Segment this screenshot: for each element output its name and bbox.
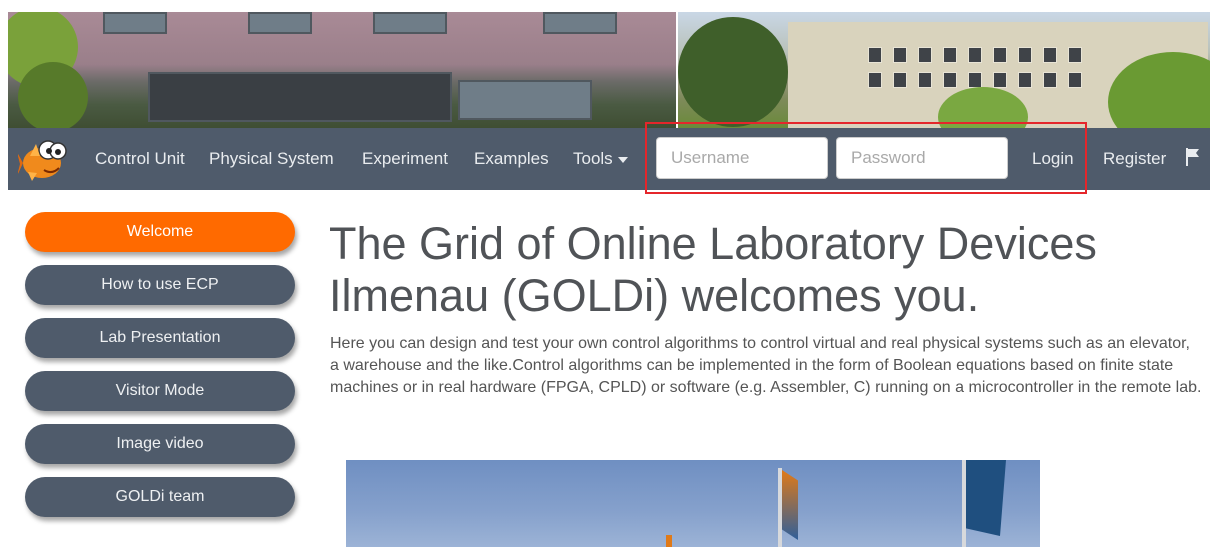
nav-control-unit[interactable]: Control Unit [95,149,185,169]
sidebar-item-goldi-team[interactable]: GOLDi team [25,477,295,517]
nav-experiment[interactable]: Experiment [362,149,448,169]
page-title: The Grid of Online Laboratory Devices Il… [329,218,1097,321]
username-input[interactable] [656,137,828,179]
top-navbar: Control Unit Physical System Experiment … [8,128,1210,190]
sidebar-item-welcome[interactable]: Welcome [25,212,295,252]
nav-examples[interactable]: Examples [474,149,549,169]
flag-icon[interactable] [1186,148,1200,171]
sidebar-item-lab-presentation[interactable]: Lab Presentation [25,318,295,358]
banner-building-photo-right [678,12,1210,128]
sidebar-item-visitor-mode[interactable]: Visitor Mode [25,371,295,411]
nav-physical-system[interactable]: Physical System [209,149,334,169]
sidebar-item-how-to-use-ecp[interactable]: How to use ECP [25,265,295,305]
chevron-down-icon [617,156,628,163]
nav-tools-label: Tools [573,149,613,168]
nav-tools-dropdown[interactable]: Tools [573,149,628,169]
campus-flags-photo [346,460,1040,547]
header-banner [8,12,1210,128]
login-button[interactable]: Login [1032,149,1074,169]
password-input[interactable] [836,137,1008,179]
banner-building-photo-left [8,12,676,128]
register-link[interactable]: Register [1103,149,1166,169]
goldi-fish-logo-icon[interactable] [17,134,70,184]
sidebar-item-image-video[interactable]: Image video [25,424,295,464]
intro-paragraph: Here you can design and test your own co… [330,335,1202,396]
